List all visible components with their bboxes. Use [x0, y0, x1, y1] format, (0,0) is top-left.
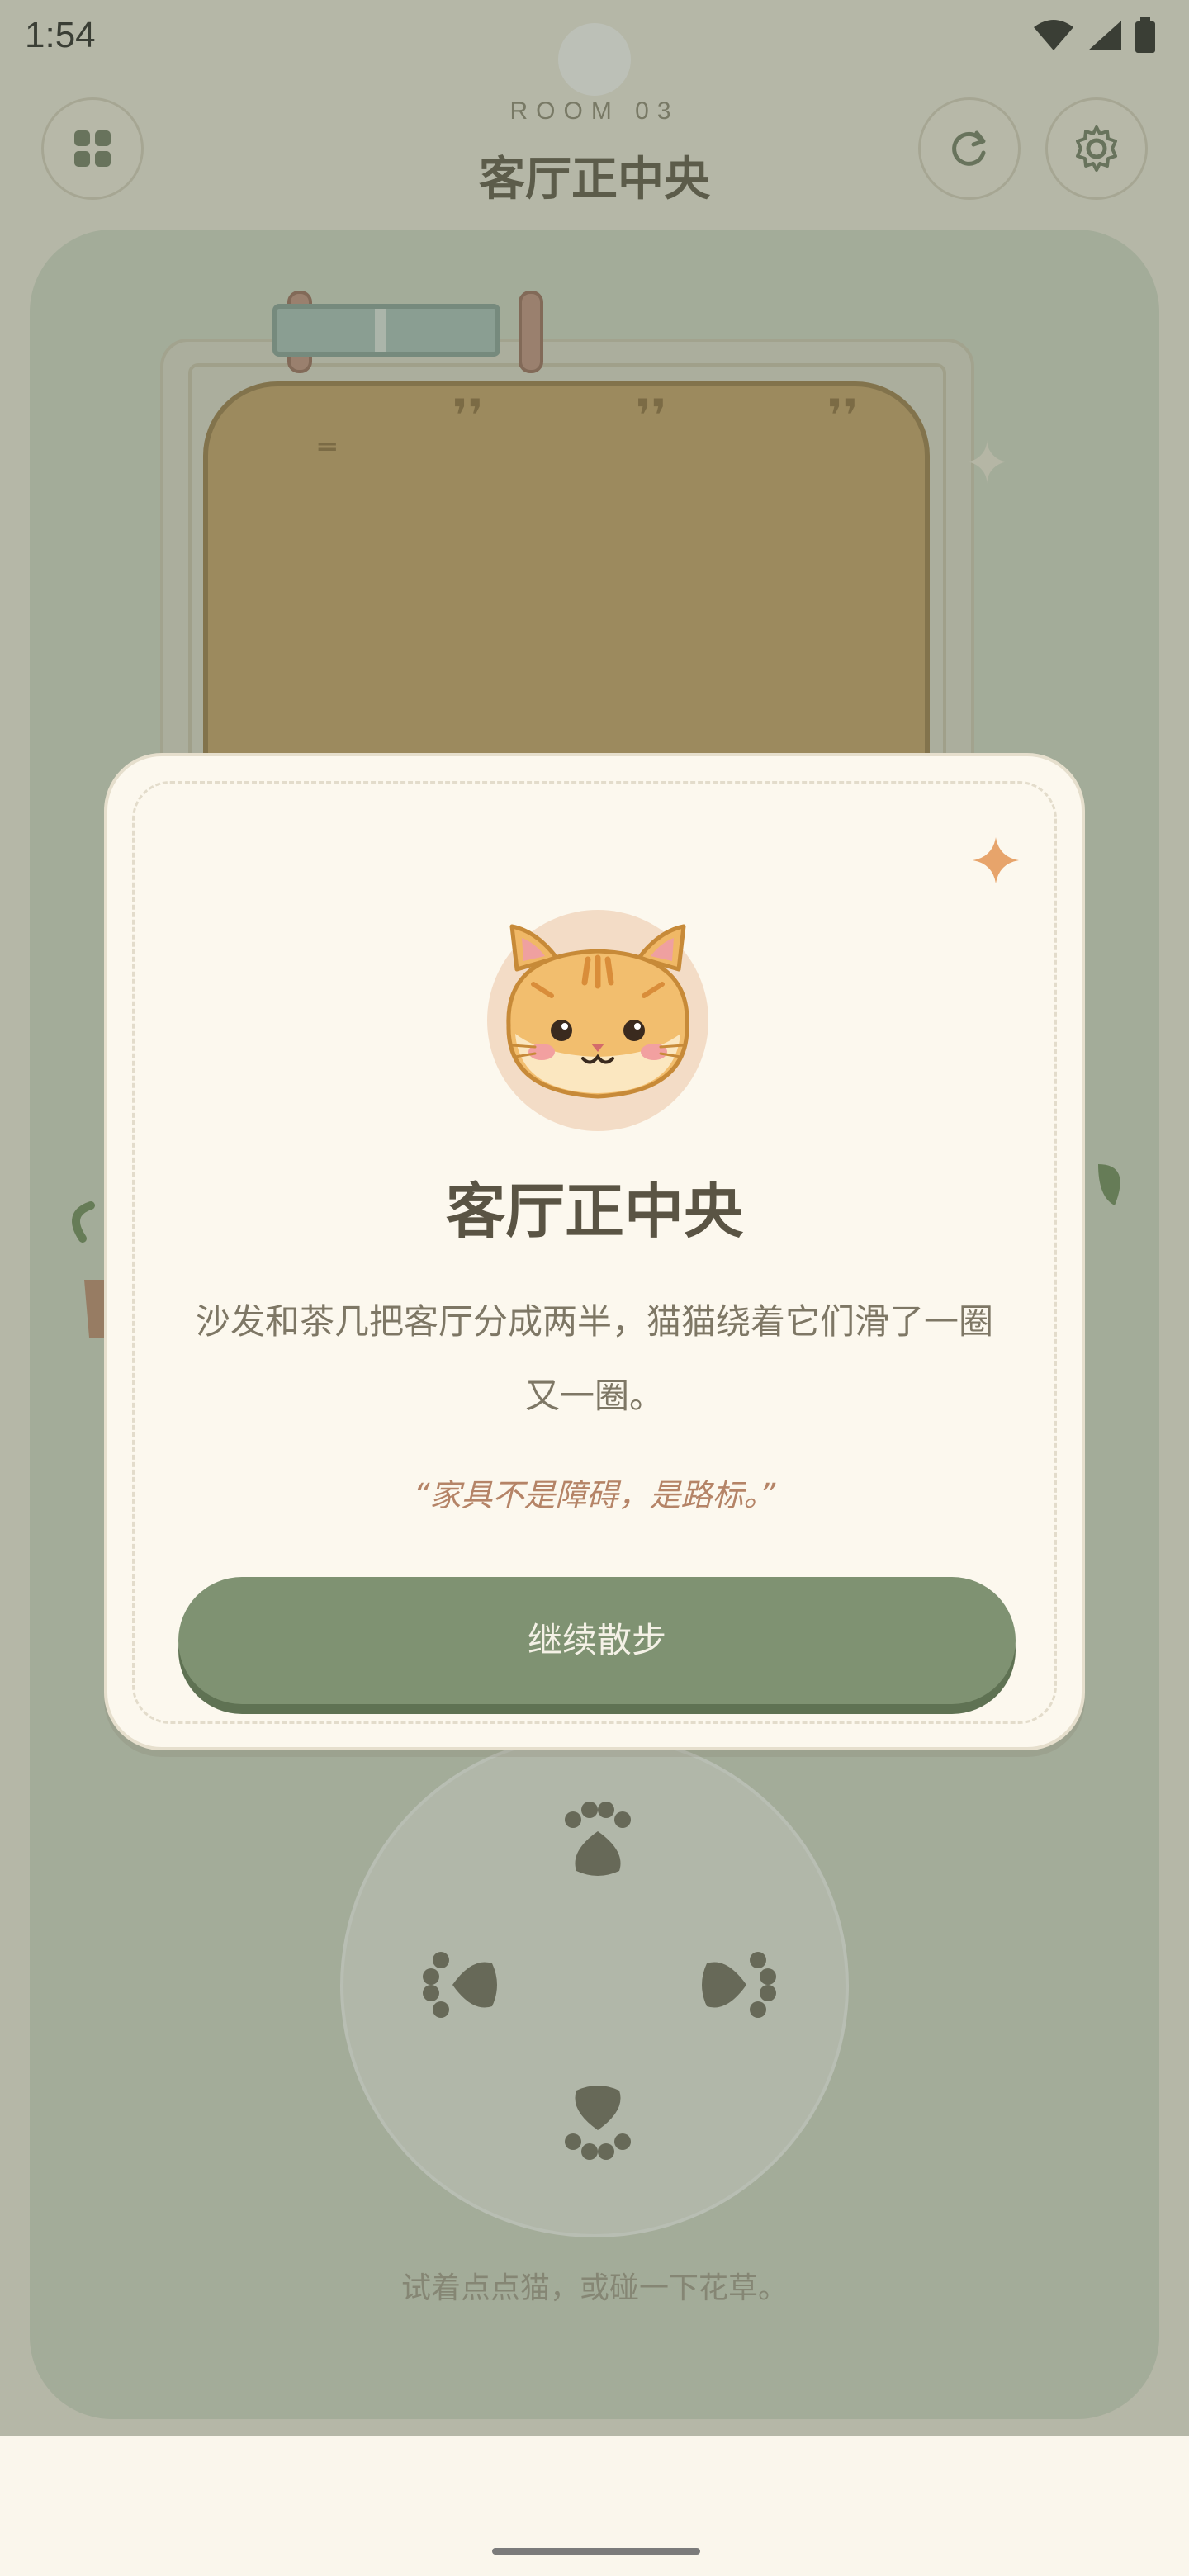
cat-avatar — [487, 910, 708, 1131]
continue-button[interactable]: 继续散步 — [178, 1577, 1016, 1704]
home-indicator[interactable] — [492, 2548, 700, 2555]
bottom-area — [0, 2436, 1189, 2576]
sparkle-icon — [973, 837, 1019, 883]
cat-face-icon — [506, 924, 689, 1099]
room-dialog: 客厅正中央 沙发和茶几把客厅分成两半，猫猫绕着它们滑了一圈又一圈。 “家具不是障… — [104, 753, 1085, 1750]
dialog-title: 客厅正中央 — [445, 1177, 743, 1246]
app-root: 1:54 ROOM 03 客厅正中央 ❜❜ ❜❜ ❜❜ ⁼ ✦ 试着点点猫，或碰… — [0, 0, 1189, 2576]
dialog-quote: “家具不是障碍，是路标。” — [413, 1477, 776, 1513]
dialog-body: 沙发和茶几把客厅分成两半，猫猫绕着它们滑了一圈又一圈。 — [195, 1301, 993, 1416]
